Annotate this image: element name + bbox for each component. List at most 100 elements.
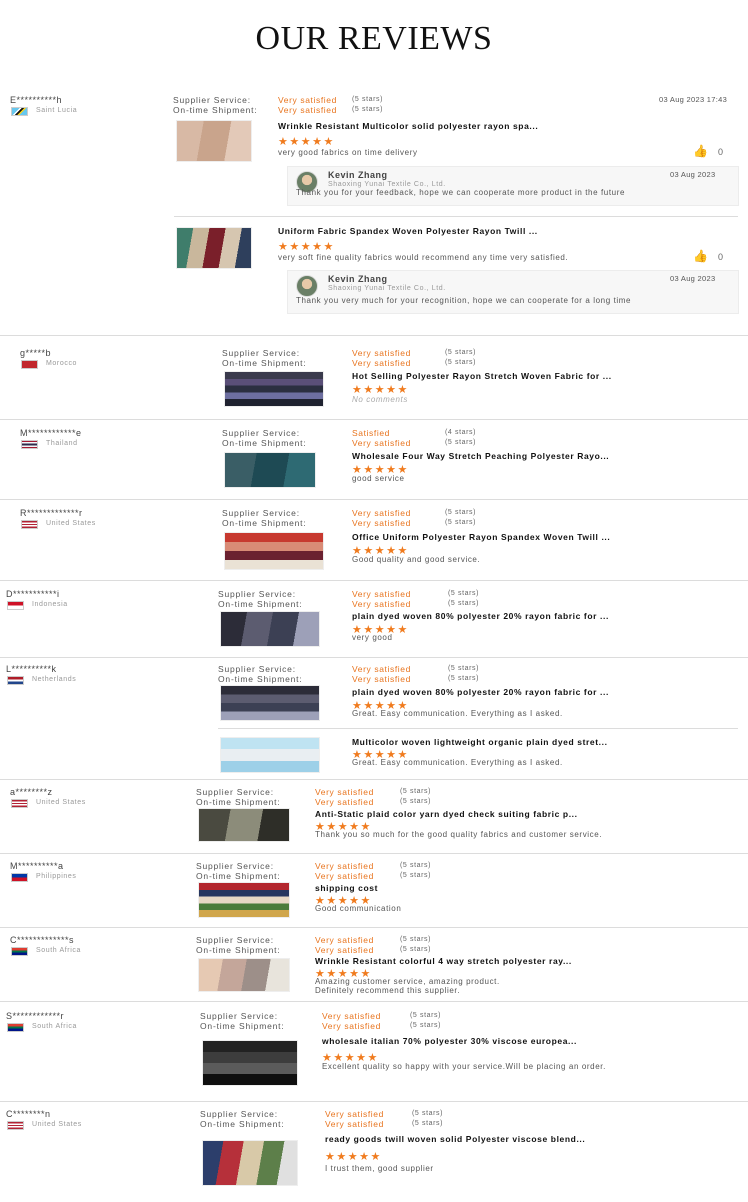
product-thumbnail[interactable] xyxy=(198,958,290,992)
page-title: OUR REVIEWS xyxy=(255,20,493,57)
review-card: M**********a Philippines Supplier Service:… xyxy=(0,858,748,926)
ontime-shipment-stars: (5 stars) xyxy=(445,359,477,366)
review-card: g*****b Morocco Supplier Service: On-time S… xyxy=(0,345,748,419)
buyer-name: M**********a xyxy=(10,861,64,871)
supplier-service-label: Supplier Service: xyxy=(218,664,296,674)
product-title[interactable]: Wholesale Four Way Stretch Peaching Poly… xyxy=(352,451,609,461)
review-card: S************r South Africa Supplier Servi… xyxy=(0,1008,748,1098)
product-title[interactable]: Wrinkle Resistant colorful 4 way stretch… xyxy=(315,956,572,966)
ontime-shipment-label: On-time Shipment: xyxy=(196,797,281,807)
reply-date: 03 Aug 2023 xyxy=(670,274,716,283)
review-comment: very soft fine quality fabrics would rec… xyxy=(278,253,569,262)
ontime-shipment-stars: (5 stars) xyxy=(445,439,477,446)
reply-author: Kevin Zhang xyxy=(328,274,388,284)
rating-stars: ★★★★★ xyxy=(278,136,335,148)
ontime-shipment-rating: Very satisfied xyxy=(278,105,337,115)
ontime-shipment-rating: Very satisfied xyxy=(315,797,374,807)
review-card: E**********h Saint Lucia Supplier Service:… xyxy=(0,92,748,328)
ontime-shipment-stars: (5 stars) xyxy=(410,1022,442,1029)
supplier-service-stars: (5 stars) xyxy=(400,788,432,795)
product-title[interactable]: plain dyed woven 80% polyester 20% rayon… xyxy=(352,611,609,621)
supplier-service-rating: Very satisfied xyxy=(315,787,374,797)
ontime-shipment-stars: (5 stars) xyxy=(400,946,432,953)
buyer-name: D***********i xyxy=(6,589,60,599)
ontime-shipment-stars: (5 stars) xyxy=(352,106,384,113)
product-title[interactable]: Multicolor woven lightweight organic pla… xyxy=(352,737,608,747)
supplier-service-label: Supplier Service: xyxy=(218,589,296,599)
buyer-name: M************e xyxy=(20,428,82,438)
country-flag-icon xyxy=(11,947,28,956)
supplier-service-rating: Very satisfied xyxy=(315,935,374,945)
buyer-country: Philippines xyxy=(36,873,77,880)
buyer-country: South Africa xyxy=(36,947,81,954)
buyer-name: R*************r xyxy=(20,508,83,518)
buyer-country: Indonesia xyxy=(32,601,68,608)
ontime-shipment-stars: (5 stars) xyxy=(448,675,480,682)
product-title[interactable]: Anti-Static plaid color yarn dyed check … xyxy=(315,809,578,819)
country-flag-icon xyxy=(7,601,24,610)
buyer-country: Netherlands xyxy=(32,676,77,683)
product-thumbnail[interactable] xyxy=(224,371,324,407)
like-button[interactable]: 👍 0 xyxy=(693,144,723,158)
product-title[interactable]: wholesale italian 70% polyester 30% visc… xyxy=(322,1036,577,1046)
review-card: R*************r United States Supplier Ser… xyxy=(0,505,748,579)
product-thumbnail[interactable] xyxy=(202,1040,298,1086)
reply-date: 03 Aug 2023 xyxy=(670,170,716,179)
supplier-service-rating: Very satisfied xyxy=(352,348,411,358)
product-title[interactable]: Hot Selling Polyester Rayon Stretch Wove… xyxy=(352,371,612,381)
review-comment: Great. Easy communication. Everything as… xyxy=(352,709,563,718)
ontime-shipment-stars: (5 stars) xyxy=(400,872,432,879)
ontime-shipment-rating: Very satisfied xyxy=(352,599,411,609)
country-flag-icon xyxy=(21,520,38,529)
supplier-service-label: Supplier Service: xyxy=(196,787,274,797)
ontime-shipment-stars: (5 stars) xyxy=(412,1120,444,1127)
review-comment: Definitely recommend this supplier. xyxy=(315,986,461,995)
supplier-service-label: Supplier Service: xyxy=(196,935,274,945)
product-thumbnail[interactable] xyxy=(224,452,316,488)
ontime-shipment-label: On-time Shipment: xyxy=(222,358,307,368)
ontime-shipment-stars: (5 stars) xyxy=(448,600,480,607)
review-comment: Excellent quality so happy with your ser… xyxy=(322,1062,606,1071)
avatar xyxy=(296,275,318,297)
review-comment: Amazing customer service, amazing produc… xyxy=(315,977,500,986)
buyer-name: S************r xyxy=(6,1011,65,1021)
supplier-service-stars: (5 stars) xyxy=(445,509,477,516)
product-thumbnail[interactable] xyxy=(220,685,320,721)
country-flag-icon xyxy=(21,440,38,449)
review-divider xyxy=(0,335,748,336)
product-title[interactable]: Wrinkle Resistant Multicolor solid polye… xyxy=(278,121,538,131)
product-title[interactable]: ready goods twill woven solid Polyester … xyxy=(325,1134,585,1144)
supplier-service-rating: Very satisfied xyxy=(315,861,374,871)
review-divider xyxy=(0,499,748,500)
supplier-service-label: Supplier Service: xyxy=(222,348,300,358)
product-thumbnail[interactable] xyxy=(198,882,290,918)
product-thumbnail[interactable] xyxy=(220,737,320,773)
review-divider xyxy=(0,657,748,658)
product-thumbnail[interactable] xyxy=(176,227,252,269)
product-title[interactable]: Office Uniform Polyester Rayon Spandex W… xyxy=(352,532,610,542)
supplier-service-label: Supplier Service: xyxy=(173,95,251,105)
ontime-shipment-label: On-time Shipment: xyxy=(200,1119,285,1129)
country-flag-icon xyxy=(7,1023,24,1032)
product-title[interactable]: plain dyed woven 80% polyester 20% rayon… xyxy=(352,687,609,697)
review-comment: No comments xyxy=(352,395,408,404)
product-divider xyxy=(218,728,738,729)
review-card: a********z United States Supplier Service:… xyxy=(0,784,748,852)
product-thumbnail[interactable] xyxy=(224,532,324,570)
reply-text: Thank you for your feedback, hope we can… xyxy=(296,188,626,197)
supplier-service-stars: (5 stars) xyxy=(410,1012,442,1019)
supplier-service-label: Supplier Service: xyxy=(222,428,300,438)
review-card: D***********i Indonesia Supplier Service: O… xyxy=(0,586,748,656)
ontime-shipment-rating: Very satisfied xyxy=(352,438,411,448)
ontime-shipment-label: On-time Shipment: xyxy=(200,1021,285,1031)
country-flag-icon xyxy=(7,676,24,685)
product-thumbnail[interactable] xyxy=(220,611,320,647)
product-thumbnail[interactable] xyxy=(198,808,290,842)
reply-author: Kevin Zhang xyxy=(328,170,388,180)
product-thumbnail[interactable] xyxy=(176,120,252,162)
product-title[interactable]: shipping cost xyxy=(315,883,378,893)
like-button[interactable]: 👍 0 xyxy=(693,249,723,263)
ontime-shipment-rating: Very satisfied xyxy=(322,1021,381,1031)
product-thumbnail[interactable] xyxy=(202,1140,298,1186)
product-title[interactable]: Uniform Fabric Spandex Woven Polyester R… xyxy=(278,226,538,236)
